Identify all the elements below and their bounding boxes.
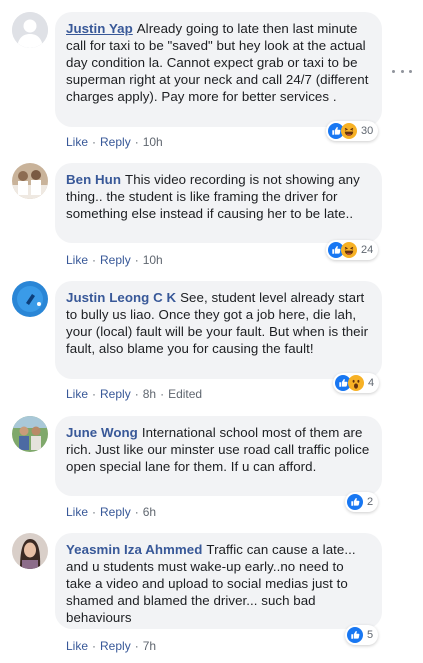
separator-dot: ·: [134, 639, 139, 653]
reaction-count: 30: [361, 125, 374, 137]
reply-link[interactable]: Reply: [100, 505, 131, 519]
comment-author[interactable]: Justin Yap: [66, 21, 133, 36]
comment-actions: Like · Reply · 8h · Edited: [66, 387, 202, 401]
like-icon: [347, 627, 363, 643]
user-photo-icon: [12, 416, 48, 452]
reply-link[interactable]: Reply: [100, 135, 131, 149]
reaction-count: 4: [368, 377, 375, 389]
like-link[interactable]: Like: [66, 253, 88, 267]
comment-timestamp[interactable]: 10h: [143, 253, 163, 267]
comment-timestamp[interactable]: 10h: [143, 135, 163, 149]
separator-dot: ·: [92, 639, 97, 653]
more-options-icon[interactable]: [392, 64, 412, 78]
separator-dot: ·: [134, 253, 139, 267]
reply-link[interactable]: Reply: [100, 387, 131, 401]
wow-icon: [348, 375, 364, 391]
separator-dot: ·: [134, 505, 139, 519]
comment-bubble: Justin Leong C K See, student level alrea…: [55, 281, 382, 379]
comment-bubble: Ben Hun This video recording is not showi…: [55, 163, 382, 243]
separator-dot: ·: [92, 135, 97, 149]
reaction-summary[interactable]: 4: [333, 373, 380, 393]
separator-dot: ·: [134, 387, 139, 401]
avatar[interactable]: [12, 416, 48, 452]
avatar[interactable]: [12, 12, 48, 48]
like-link[interactable]: Like: [66, 505, 88, 519]
user-photo-icon: [12, 163, 48, 199]
comment-author[interactable]: June Wong: [66, 425, 138, 440]
reaction-summary[interactable]: 30: [326, 121, 379, 141]
reaction-summary[interactable]: 2: [345, 492, 379, 512]
comment-author[interactable]: Justin Leong C K: [66, 290, 176, 305]
haha-icon: [341, 123, 357, 139]
reply-link[interactable]: Reply: [100, 639, 131, 653]
comment-bubble: Justin Yap Already going to late then las…: [55, 12, 382, 127]
avatar[interactable]: [12, 281, 48, 317]
reaction-summary[interactable]: 24: [326, 240, 379, 260]
comment-actions: Like · Reply · 7h: [66, 639, 156, 653]
separator-dot: ·: [134, 135, 139, 149]
comment-timestamp[interactable]: 7h: [143, 639, 156, 653]
comment-bubble: Yeasmin Iza Ahmmed Traffic can cause a la…: [55, 533, 382, 629]
comment-author[interactable]: Ben Hun: [66, 172, 121, 187]
avatar[interactable]: [12, 533, 48, 569]
user-photo-icon: [12, 533, 48, 569]
like-link[interactable]: Like: [66, 639, 88, 653]
comment-timestamp[interactable]: 8h: [143, 387, 156, 401]
haha-icon: [341, 242, 357, 258]
comment-actions: Like · Reply · 6h: [66, 505, 156, 519]
like-icon: [347, 494, 363, 510]
comment-bubble: June Wong International school most of th…: [55, 416, 382, 496]
default-avatar-icon: [12, 12, 48, 48]
reaction-count: 5: [367, 629, 374, 641]
reaction-count: 2: [367, 496, 374, 508]
separator-dot: ·: [92, 253, 97, 267]
user-photo-icon: [12, 281, 48, 317]
like-link[interactable]: Like: [66, 387, 88, 401]
comment-timestamp[interactable]: 6h: [143, 505, 156, 519]
separator-dot: ·: [160, 387, 165, 401]
reply-link[interactable]: Reply: [100, 253, 131, 267]
comment-actions: Like · Reply · 10h: [66, 135, 163, 149]
edited-label[interactable]: Edited: [168, 387, 202, 401]
comment-author[interactable]: Yeasmin Iza Ahmmed: [66, 542, 202, 557]
avatar[interactable]: [12, 163, 48, 199]
reaction-summary[interactable]: 5: [345, 625, 379, 645]
like-link[interactable]: Like: [66, 135, 88, 149]
separator-dot: ·: [92, 505, 97, 519]
separator-dot: ·: [92, 387, 97, 401]
comment-actions: Like · Reply · 10h: [66, 253, 163, 267]
reaction-count: 24: [361, 244, 374, 256]
